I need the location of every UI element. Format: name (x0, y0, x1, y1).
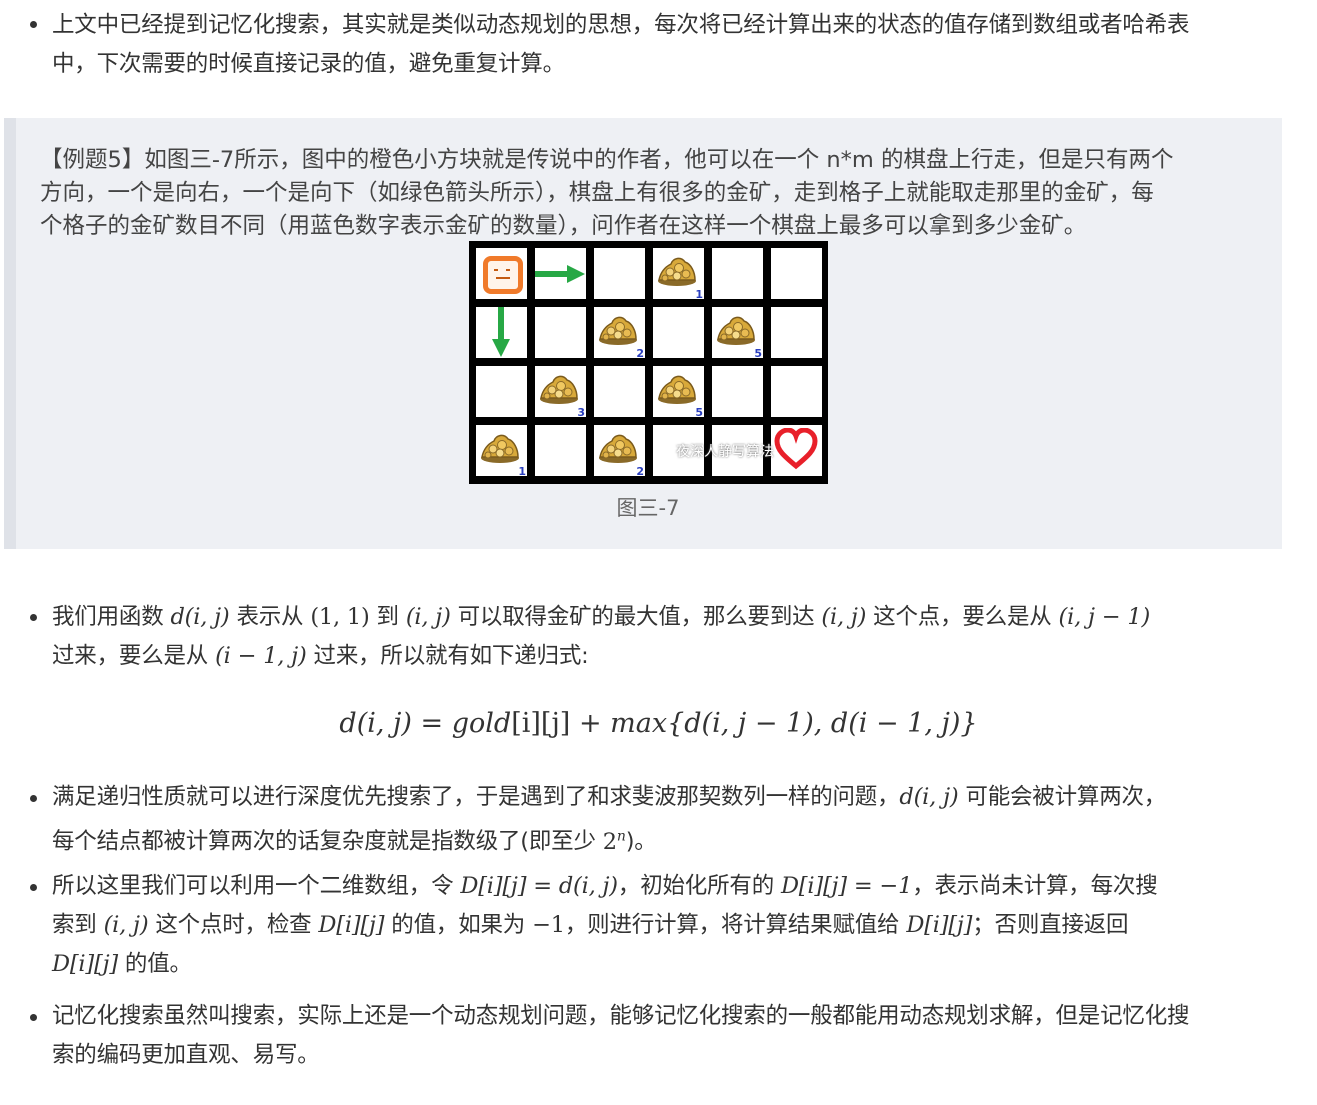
board-cell (476, 366, 527, 417)
gold-ore-icon (596, 429, 640, 469)
arrow-right-icon (535, 264, 586, 288)
bullet-dot (30, 795, 37, 802)
gold-count-label: 5 (754, 347, 762, 360)
bullet-4-paragraph: 记忆化搜索虽然叫搜索，实际上还是一个动态规划问题，能够记忆化搜索的一般都能用动态… (52, 997, 1284, 1075)
gold-count-label: 2 (636, 347, 644, 360)
gold-ore-icon (537, 370, 581, 410)
board-cell: 2 (594, 307, 645, 360)
board-cell: 1 (653, 248, 704, 301)
bullet-2-paragraph: 满足递归性质就可以进行深度优先搜索了，于是遇到了和求斐波那契数列一样的问题，d(… (52, 784, 1167, 855)
bullet-4-line-2: 索的编码更加直观、易写。 (52, 1042, 320, 1068)
gold-ore-icon (655, 370, 699, 410)
board-cell (476, 307, 527, 358)
gold-count-label: 1 (518, 465, 526, 478)
board-cell (535, 307, 586, 358)
math-D-ij: D[i][j] (318, 912, 385, 938)
math-ij: (i, j) (103, 912, 149, 938)
intro-line-1: 上文中已经提到记忆化搜索，其实就是类似动态规划的思想，每次将已经计算出来的状态的… (52, 12, 1190, 38)
bullet-dot (30, 1014, 37, 1021)
board-cell (771, 248, 822, 299)
board-cell (712, 366, 763, 417)
gold-ore-icon (655, 252, 699, 292)
math-D-ij: D[i][j] (52, 951, 118, 977)
bullet-3-paragraph: 所以这里我们可以利用一个二维数组，令 D[i][j] = d(i, j)，初始化… (52, 873, 1158, 977)
gold-mine-board-figure: 2 1 5 3 5 2 1 夜深人静写算法 (469, 241, 828, 484)
math-ij: (i, j) (405, 604, 451, 630)
board-cell (594, 366, 645, 417)
bullet-dot (30, 21, 37, 28)
board-cell (712, 248, 763, 299)
intro-paragraph: 上文中已经提到记忆化搜索，其实就是类似动态规划的思想，每次将已经计算出来的状态的… (52, 6, 1284, 84)
math-D-ij: D[i][j] (906, 912, 973, 938)
board-cell: 5 (712, 307, 763, 360)
board-cell (476, 248, 527, 299)
gold-ore-icon (478, 429, 522, 469)
arrow-down-icon (491, 307, 511, 362)
intro-line-2: 中，下次需要的时候直接记录的值，避免重复计算。 (52, 51, 565, 77)
example-text: 【例题5】如图三-7所示，图中的橙色小方块就是传说中的作者，他可以在一个 n*m… (40, 144, 1262, 243)
board-cell: 5 (653, 366, 704, 419)
math-2-pow-n: 2n (602, 828, 626, 855)
gold-count-label: 2 (636, 465, 644, 478)
math-i-jminus1: (i, j − 1) (1058, 604, 1151, 630)
board-cell: 3 (535, 366, 586, 419)
board-cell (653, 307, 704, 358)
bullet-dot (30, 884, 37, 891)
math-d-ij: d(i, j) (899, 784, 959, 810)
board-cell (594, 248, 645, 299)
gold-count-label: 5 (695, 406, 703, 419)
player-icon (483, 256, 523, 294)
watermark: 夜深人静写算法 (676, 444, 774, 460)
example-line-2: 方向，一个是向右，一个是向下（如绿色箭头所示），棋盘上有很多的金矿，走到格子上就… (40, 180, 1154, 206)
math-iminus1-j: (i − 1, j) (215, 643, 307, 669)
math-ij: (i, j) (821, 604, 867, 630)
board-cell (771, 307, 822, 358)
math-d-ij: d(i, j) (170, 604, 230, 630)
board-cell: 2 (594, 425, 645, 478)
board-cell (535, 425, 586, 476)
math-D-eq-d: D[i][j] = d(i, j) (460, 873, 618, 899)
gold-ore-icon (714, 311, 758, 351)
heart-icon (774, 427, 818, 474)
board-cell (771, 425, 822, 476)
bullet-1-paragraph: 我们用函数 d(i, j) 表示从 (1, 1) 到 (i, j) 可以取得金矿… (52, 604, 1151, 669)
math-minus1: −1 (532, 912, 565, 938)
math-D-eq-minus1: D[i][j] = −1 (780, 873, 913, 899)
figure-caption: 图三-7 (616, 496, 680, 520)
bullet-dot (30, 614, 37, 621)
gold-ore-icon (596, 311, 640, 351)
recurrence-formula: d(i, j) = gold[i][j] + max{d(i, j − 1), … (339, 708, 978, 739)
gold-count-label: 1 (695, 288, 703, 301)
board-cell: 1 (476, 425, 527, 478)
board-cell (535, 248, 586, 299)
math-1-1: (1, 1) (310, 604, 370, 630)
example-line-3: 个格子的金矿数目不同（用蓝色数字表示金矿的数量），问作者在这样一个棋盘上最多可以… (40, 213, 1087, 239)
example-line-1: 【例题5】如图三-7所示，图中的橙色小方块就是传说中的作者，他可以在一个 n*m… (40, 147, 1174, 173)
bullet-4-line-1: 记忆化搜索虽然叫搜索，实际上还是一个动态规划问题，能够记忆化搜索的一般都能用动态… (52, 1003, 1190, 1029)
gold-count-label: 3 (577, 406, 585, 419)
board-cell (771, 366, 822, 417)
